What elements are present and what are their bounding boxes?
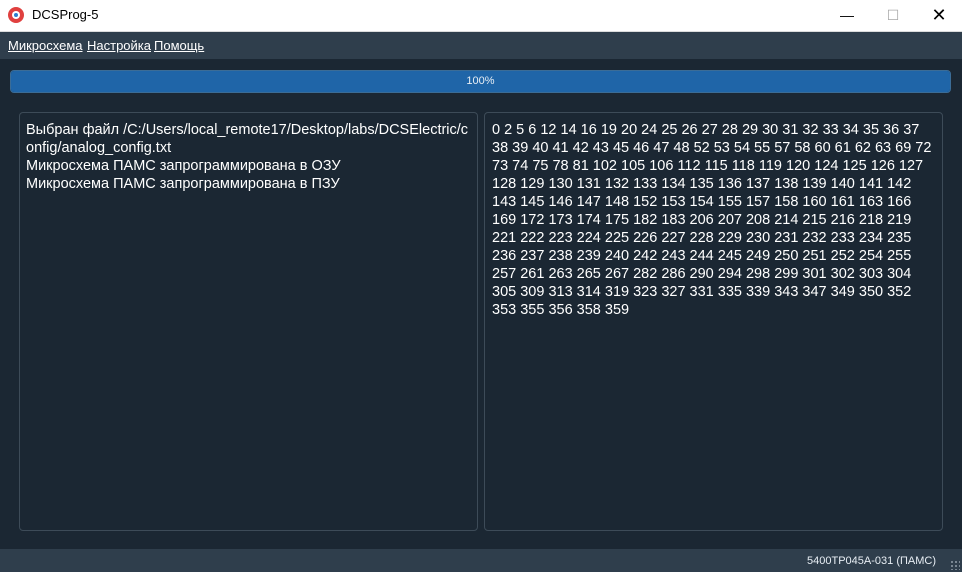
menu-item-settings[interactable]: Настройка (87, 38, 151, 53)
resize-grip-icon[interactable] (950, 560, 960, 570)
menu-bar: Микросхема Настройка Помощь (0, 32, 962, 59)
log-line-file: Выбран файл /C:/Users/local_remote17/Des… (26, 122, 469, 156)
window-title: DCSProg-5 (32, 7, 99, 22)
menu-item-chip[interactable]: Микросхема (8, 38, 83, 53)
log-line-rom: Микросхема ПАМС запрограммирована в ПЗУ (26, 176, 340, 192)
status-bar: 5400TP045A-031 (ПАМС) (0, 549, 962, 572)
minimize-button[interactable]: — (824, 0, 870, 31)
app-logo-icon (8, 7, 24, 23)
menu-item-help-label: Помощь (154, 38, 205, 53)
maximize-button[interactable]: ☐ (870, 0, 916, 31)
chip-status: 5400TP045A-031 (ПАМС) (807, 555, 936, 567)
address-list: 0 2 5 6 12 14 16 19 20 24 25 26 27 28 29… (492, 122, 932, 318)
log-line-ram: Микросхема ПАМС запрограммирована в ОЗУ (26, 158, 341, 174)
title-bar: DCSProg-5 — ☐ ✕ (0, 0, 962, 32)
close-button[interactable]: ✕ (916, 0, 962, 31)
progress-bar: 100% (10, 70, 951, 93)
menu-item-chip-label: Микросхема (8, 38, 83, 53)
menu-item-help[interactable]: Помощь (154, 38, 204, 53)
log-panel[interactable]: Выбран файл /C:/Users/local_remote17/Des… (19, 112, 478, 531)
menu-item-settings-label: Настройка (87, 38, 151, 53)
progress-label: 100% (466, 75, 495, 87)
address-panel[interactable]: 0 2 5 6 12 14 16 19 20 24 25 26 27 28 29… (484, 112, 943, 531)
